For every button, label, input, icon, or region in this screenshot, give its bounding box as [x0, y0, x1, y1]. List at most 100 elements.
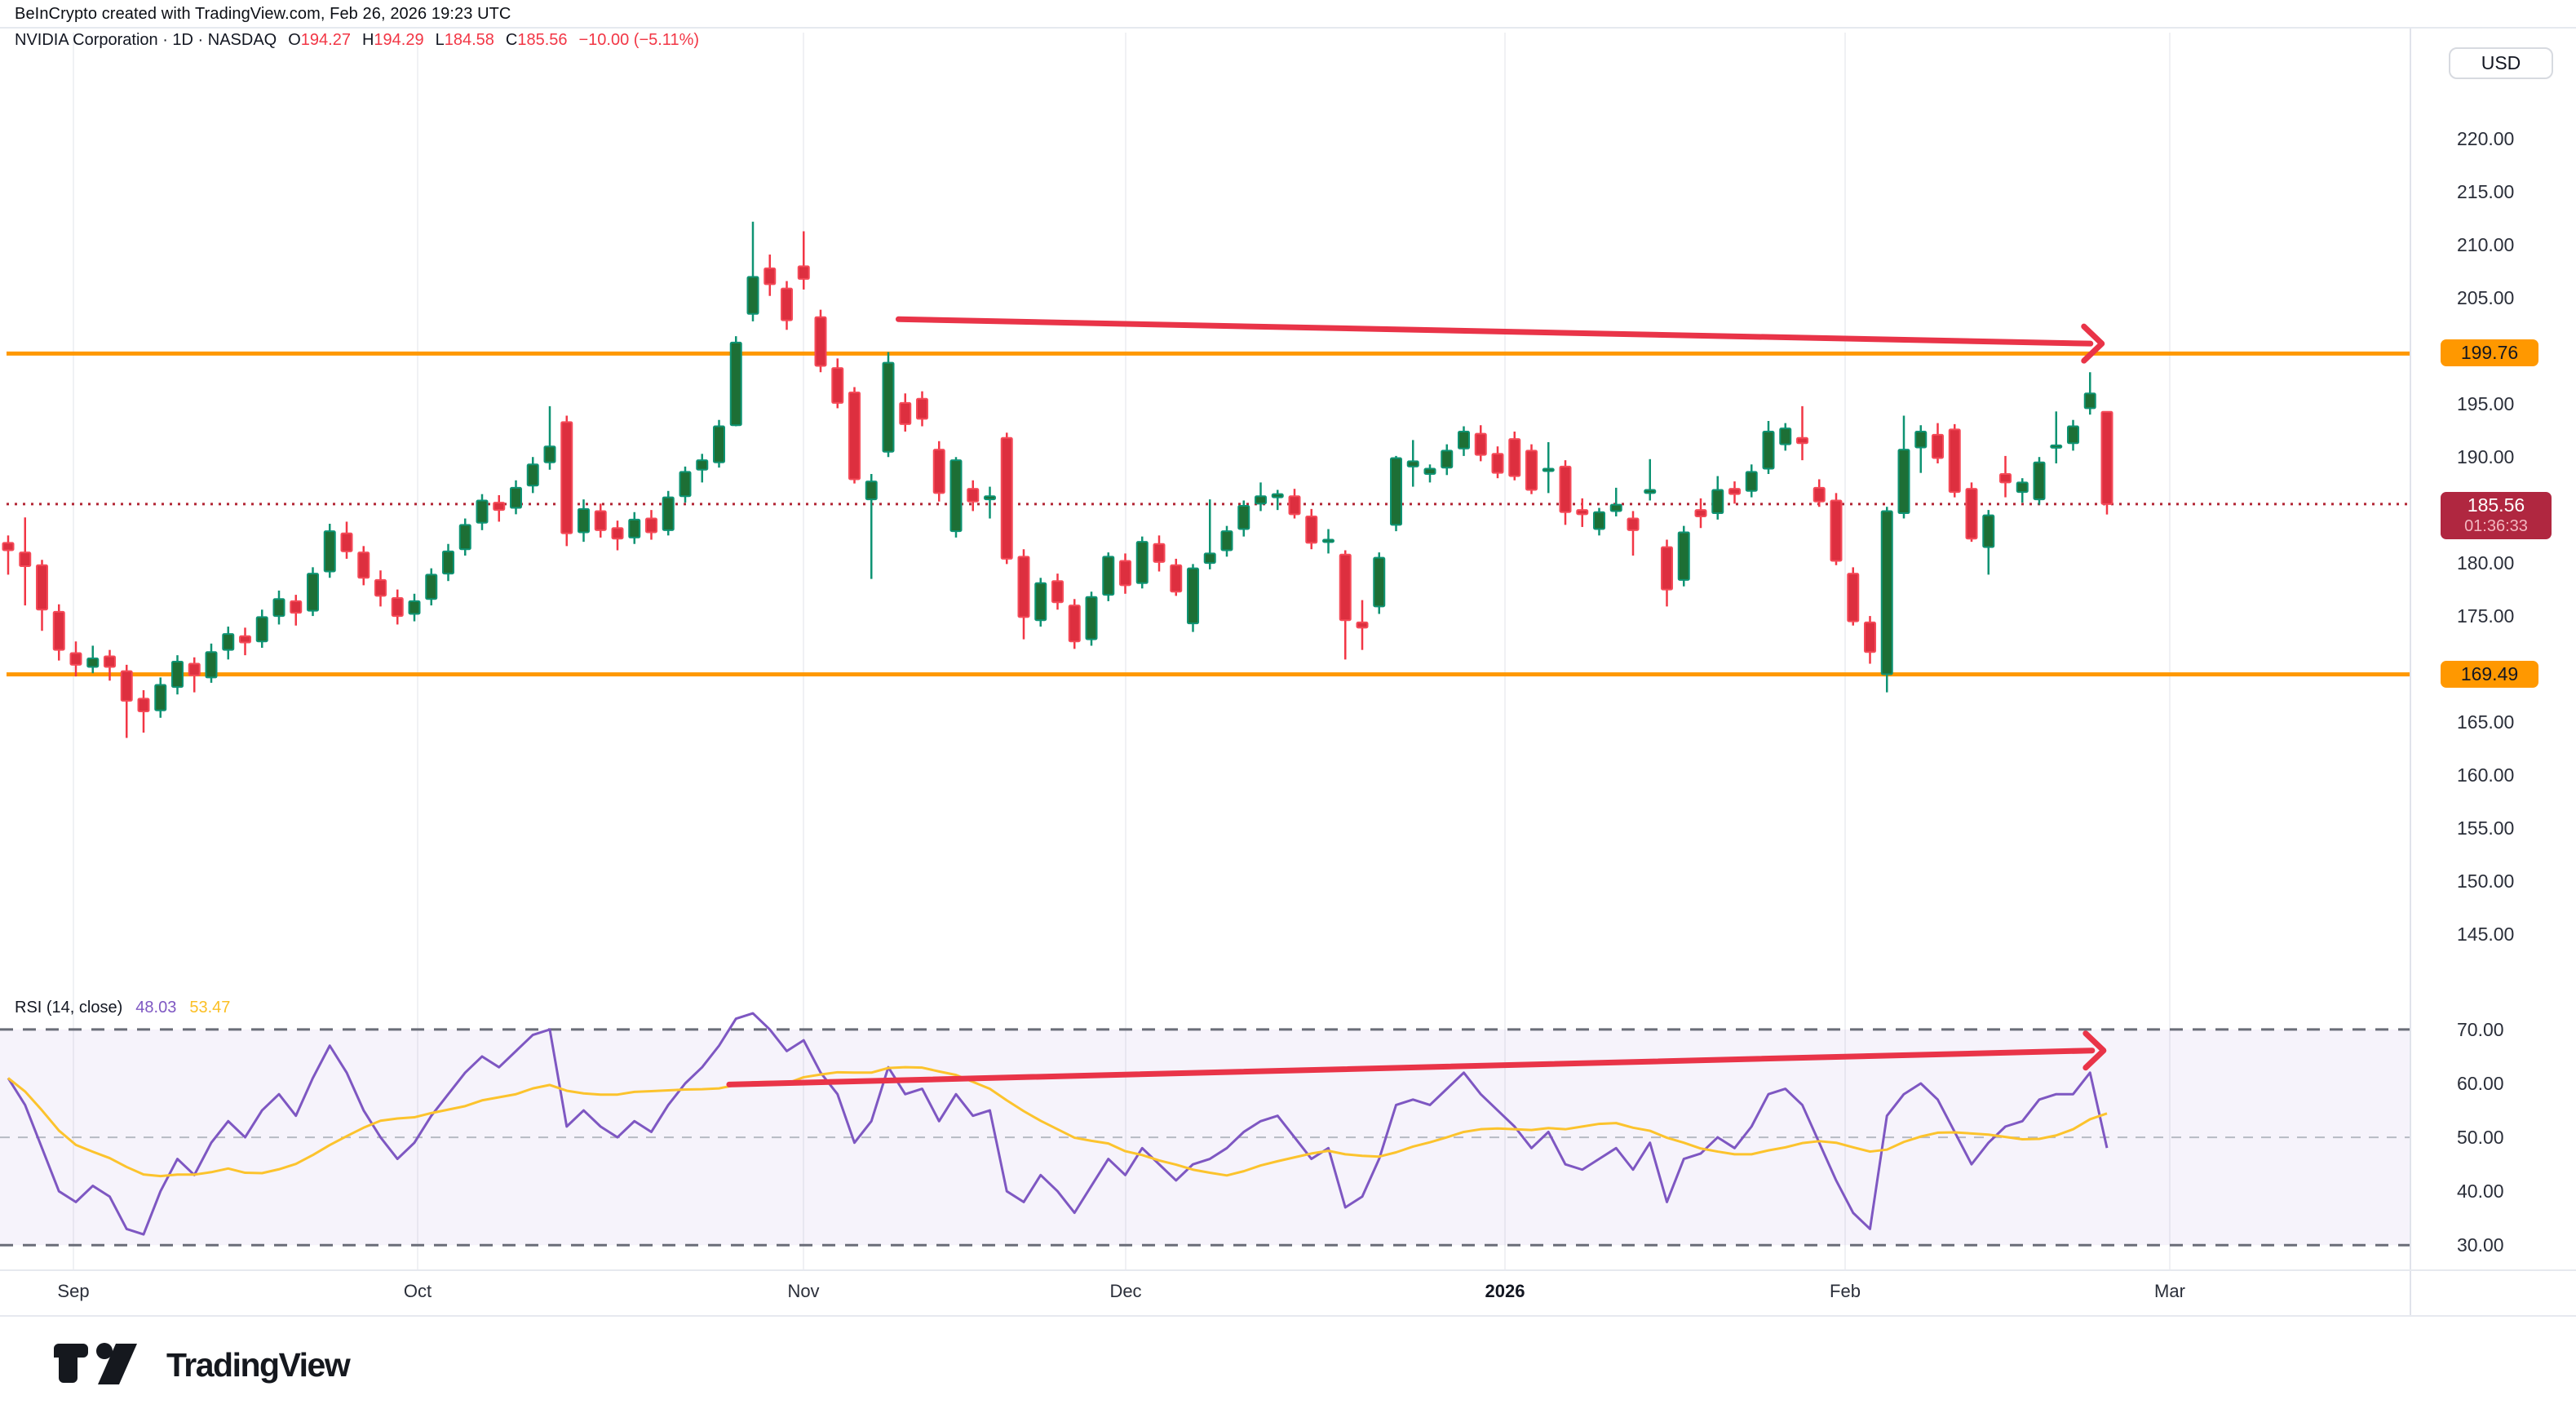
candle-body	[985, 496, 995, 499]
tradingview-logo[interactable]: TradingView	[52, 1340, 349, 1389]
candle-body	[1882, 511, 1892, 674]
tradingview-chart-widget: BeInCrypto created with TradingView.com,…	[0, 0, 2576, 1413]
tradingview-logo-text: TradingView	[166, 1346, 349, 1384]
candle-body	[1306, 516, 1317, 543]
candle-body	[1848, 574, 1858, 621]
candle-body	[1205, 553, 1215, 563]
candle-body	[1052, 581, 1063, 602]
tradingview-logo-icon	[52, 1340, 155, 1389]
candle-body	[189, 664, 200, 675]
candle-body	[900, 403, 910, 424]
candle-body	[290, 601, 301, 613]
time-tick-label: Sep	[57, 1281, 89, 1302]
candle-body	[172, 662, 183, 687]
candle-body	[697, 460, 707, 470]
level-price-badge: 199.76	[2441, 339, 2538, 366]
price-tick-label: 160.00	[2457, 764, 2514, 786]
candle-body	[561, 422, 572, 533]
candle-body	[511, 488, 521, 508]
symbol-legend[interactable]: NVIDIA Corporation · 1D · NASDAQ O194.27…	[15, 31, 699, 50]
rsi-tick-label: 30.00	[2457, 1234, 2504, 1256]
candle-body	[1644, 489, 1655, 493]
candle-body	[139, 698, 149, 711]
header-divider	[0, 27, 2576, 29]
candle-body	[1814, 488, 1825, 502]
candle-body	[1019, 556, 1029, 617]
price-tick-label: 180.00	[2457, 552, 2514, 574]
candle-body	[816, 317, 826, 366]
last-price-badge: 185.56 01:36:33	[2441, 492, 2552, 539]
candle-body	[87, 658, 98, 667]
price-tick-label: 145.00	[2457, 924, 2514, 945]
candle-body	[1831, 500, 1842, 560]
bar-countdown: 01:36:33	[2441, 516, 2552, 536]
chart-canvas[interactable]	[0, 0, 2576, 1413]
candle-body	[1746, 472, 1757, 490]
candle-body	[1087, 597, 1097, 640]
candle-body	[2000, 474, 2011, 482]
candle-body	[1120, 561, 1131, 586]
candle-body	[1560, 467, 1571, 512]
candle-body	[1729, 489, 1740, 494]
candle-body	[1967, 489, 1977, 538]
candle-body	[1899, 450, 1910, 513]
candle-body	[1103, 556, 1113, 595]
candle-body	[2102, 412, 2113, 504]
time-tick-label: Oct	[404, 1281, 432, 1302]
candle-body	[104, 656, 115, 667]
candle-body	[646, 519, 657, 533]
candle-body	[1476, 434, 1486, 455]
candle-body	[528, 464, 538, 485]
candle-body	[1543, 468, 1554, 471]
ohlc-high: H194.29	[362, 31, 424, 50]
candle-body	[1662, 547, 1672, 590]
candle-body	[629, 520, 640, 538]
candle-body	[866, 481, 877, 499]
candle-body	[1797, 438, 1808, 443]
candle-body	[1255, 496, 1266, 503]
candle-body	[1764, 432, 1774, 468]
candle-body	[967, 489, 978, 502]
candle-body	[731, 343, 741, 425]
candle-body	[849, 392, 860, 480]
price-tick-label: 165.00	[2457, 711, 2514, 733]
candle-body	[257, 617, 268, 641]
candle-body	[1035, 583, 1046, 620]
candle-body	[1577, 510, 1587, 514]
candle-body	[1932, 435, 1943, 458]
candle-body	[1374, 558, 1384, 607]
candle-body	[375, 580, 386, 596]
candle-body	[1154, 544, 1165, 562]
candle-body	[37, 565, 47, 610]
candle-body	[1509, 439, 1520, 476]
time-tick-label: Dec	[1109, 1281, 1141, 1302]
candle-body	[71, 653, 82, 665]
candle-body	[781, 289, 792, 321]
candle-body	[917, 399, 927, 419]
rsi-tick-label: 70.00	[2457, 1019, 2504, 1040]
time-tick-label: 2026	[1485, 1281, 1525, 1302]
candle-body	[1273, 494, 1283, 498]
rsi-ma-value: 53.47	[189, 999, 230, 1017]
candle-body	[951, 460, 962, 531]
rsi-legend[interactable]: RSI (14, close) 48.03 53.47	[15, 999, 230, 1017]
price-tick-label: 220.00	[2457, 128, 2514, 149]
price-divergence-arrow-shaft	[898, 319, 2090, 343]
candle-body	[1323, 540, 1334, 543]
candle-body	[578, 509, 589, 533]
rsi-tick-label: 40.00	[2457, 1180, 2504, 1202]
candle-body	[613, 528, 623, 538]
candle-body	[1425, 468, 1436, 473]
candle-body	[1611, 505, 1622, 512]
candle-body	[1983, 516, 1994, 547]
candle-body	[206, 652, 217, 677]
candle-body	[392, 598, 403, 616]
price-tick-label: 175.00	[2457, 605, 2514, 627]
candle-body	[2051, 445, 2061, 448]
candle-body	[883, 363, 894, 452]
price-tick-label: 150.00	[2457, 870, 2514, 892]
currency-toggle-button[interactable]: USD	[2449, 47, 2553, 79]
candle-body	[1290, 496, 1300, 514]
price-tick-label: 190.00	[2457, 446, 2514, 467]
candle-body	[122, 671, 132, 701]
